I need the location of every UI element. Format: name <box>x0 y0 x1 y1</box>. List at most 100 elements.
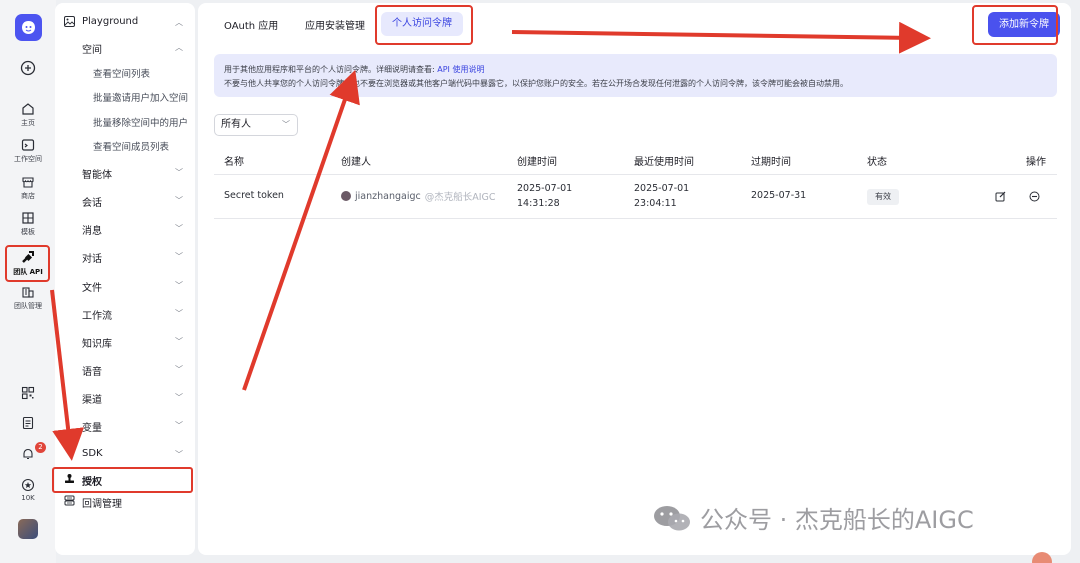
main-panel: OAuth 应用 应用安装管理 个人访问令牌 添加新令牌 用于其他应用程序和平台… <box>198 3 1071 555</box>
chevron-down-icon: ﹀ <box>175 421 183 430</box>
creator-handle: @杰克船长AIGC <box>424 192 496 203</box>
sidebar-sub-item[interactable]: 批量移除空间中的用户 <box>93 115 188 129</box>
token-name: Secret token <box>224 190 284 201</box>
info-line-1: 用于其他应用程序和平台的个人访问令牌。详细说明请查看: API 使用说明 <box>224 63 1047 77</box>
last-used-time: 2025-07-01 23:04:11 <box>634 181 689 211</box>
rail-item-template[interactable]: 模板 <box>0 211 56 237</box>
star-icon <box>21 478 35 492</box>
callback-icon <box>64 495 75 506</box>
sidebar-sub-item[interactable]: 查看空间列表 <box>93 66 188 80</box>
team-api-highlight-box <box>5 245 50 282</box>
rail-notifications-button[interactable]: 2 <box>0 442 56 463</box>
rail-label-workspace: 工作空间 <box>14 155 42 163</box>
info-banner: 用于其他应用程序和平台的个人访问令牌。详细说明请查看: API 使用说明 不要与… <box>214 54 1057 97</box>
created-date: 2025-07-01 <box>517 183 573 194</box>
rail-item-store[interactable]: 商店 <box>0 175 56 201</box>
column-header-status: 状态 <box>867 157 887 168</box>
rail-label-store: 商店 <box>21 192 35 200</box>
create-button[interactable] <box>0 60 56 78</box>
add-button-highlight-box <box>972 5 1058 45</box>
rail-label-home: 主页 <box>21 119 35 127</box>
sidebar-section-label: 智能体 <box>82 170 112 181</box>
chevron-up-icon: ︿ <box>175 18 183 27</box>
sidebar-sub-item[interactable]: 批量邀请用户加入空间 <box>93 90 188 104</box>
sidebar-section-label: SDK <box>82 448 103 459</box>
sidebar-section-label: 工作流 <box>82 311 112 322</box>
created-clock: 14:31:28 <box>517 198 560 209</box>
status-badge: 有效 <box>867 189 899 205</box>
rail-label-team-manage: 团队管理 <box>14 302 42 310</box>
chevron-down-icon: ﹀ <box>175 365 183 374</box>
chevron-down-icon: ﹀ <box>175 196 183 205</box>
notification-badge: 2 <box>35 442 46 453</box>
owner-filter-value: 所有人 <box>221 119 251 130</box>
left-rail: 主页 工作空间 商店 模板 团队 API 团队管理 2 10K <box>0 0 56 563</box>
api-docs-link[interactable]: API 使用说明 <box>437 65 484 74</box>
info-line-2: 不要与他人共享您的个人访问令牌，也不要在浏览器或其他客户端代码中暴露它，以保护您… <box>224 79 848 88</box>
expires-date: 2025-07-31 <box>751 190 807 201</box>
chevron-up-icon: ︿ <box>175 43 183 52</box>
watermark: 公众号 · 杰克船长的AIGC <box>652 500 974 535</box>
last-used-clock: 23:04:11 <box>634 198 677 209</box>
owner-filter-select[interactable]: 所有人 ﹀ <box>214 114 298 136</box>
building-icon <box>22 287 34 298</box>
chevron-down-icon: ﹀ <box>175 309 183 318</box>
column-header-creator: 创建人 <box>341 157 371 168</box>
column-header-actions: 操作 <box>1026 157 1046 168</box>
column-header-expires: 过期时间 <box>751 157 791 168</box>
bell-icon <box>23 448 33 460</box>
rail-item-workspace[interactable]: 工作空间 <box>0 138 56 164</box>
tab-app-install[interactable]: 应用安装管理 <box>305 17 365 32</box>
column-header-name: 名称 <box>224 157 244 168</box>
tab-oauth-apps[interactable]: OAuth 应用 <box>224 17 278 32</box>
sidebar-section-label: 渠道 <box>82 395 102 406</box>
plus-circle-icon <box>20 60 36 76</box>
sidebar-sub-item[interactable]: 查看空间成员列表 <box>93 139 188 153</box>
template-icon <box>22 212 34 224</box>
sidebar-section-label: 对话 <box>82 254 102 265</box>
column-header-created: 创建时间 <box>517 157 557 168</box>
sidebar-section-label: 文件 <box>82 283 102 294</box>
rail-stars-button[interactable]: 10K <box>0 478 56 502</box>
column-header-last-used: 最近使用时间 <box>634 157 694 168</box>
creator-name: jianzhangaigc <box>355 190 421 202</box>
sidebar-section-label: 知识库 <box>82 339 112 350</box>
last-used-date: 2025-07-01 <box>634 183 690 194</box>
wechat-icon <box>654 505 690 530</box>
rail-item-home[interactable]: 主页 <box>0 102 56 128</box>
auth-highlight-box <box>52 467 193 493</box>
table-divider <box>214 218 1057 219</box>
tab-highlight-box <box>375 5 473 45</box>
disable-icon[interactable] <box>1029 191 1040 202</box>
sidebar-callback-label: 回调管理 <box>82 499 122 510</box>
chevron-down-icon: ﹀ <box>282 120 290 129</box>
terminal-icon <box>21 139 35 151</box>
token-creator: jianzhangaigc @杰克船长AIGC <box>341 189 496 203</box>
chevron-down-icon: ﹀ <box>175 168 183 177</box>
edit-icon[interactable] <box>995 191 1006 202</box>
rail-docs-button[interactable] <box>0 416 56 432</box>
created-time: 2025-07-01 14:31:28 <box>517 181 572 211</box>
chevron-down-icon: ﹀ <box>175 252 183 261</box>
table-divider <box>214 174 1057 175</box>
document-icon <box>22 416 34 430</box>
info-text: 用于其他应用程序和平台的个人访问令牌。详细说明请查看: <box>224 65 435 74</box>
chevron-down-icon: ﹀ <box>175 393 183 402</box>
watermark-text: 公众号 · 杰克船长的AIGC <box>700 506 974 534</box>
image-icon <box>64 16 75 27</box>
rail-item-team-manage[interactable]: 团队管理 <box>0 285 56 311</box>
store-icon <box>22 177 34 188</box>
app-logo-icon[interactable] <box>15 14 42 41</box>
home-icon <box>22 103 34 115</box>
qr-code-icon <box>21 386 35 400</box>
chevron-down-icon: ﹀ <box>175 224 183 233</box>
user-avatar[interactable] <box>18 519 38 539</box>
rail-qr-button[interactable] <box>0 386 56 402</box>
creator-avatar <box>341 191 351 201</box>
chevron-down-icon: ﹀ <box>175 337 183 346</box>
chevron-down-icon: ﹀ <box>175 450 183 459</box>
sidebar-section-label: 变量 <box>82 423 102 434</box>
rail-label-template: 模板 <box>21 228 35 236</box>
sidebar-section-label: 消息 <box>82 226 102 237</box>
sidebar-playground-label: Playground <box>82 16 139 27</box>
